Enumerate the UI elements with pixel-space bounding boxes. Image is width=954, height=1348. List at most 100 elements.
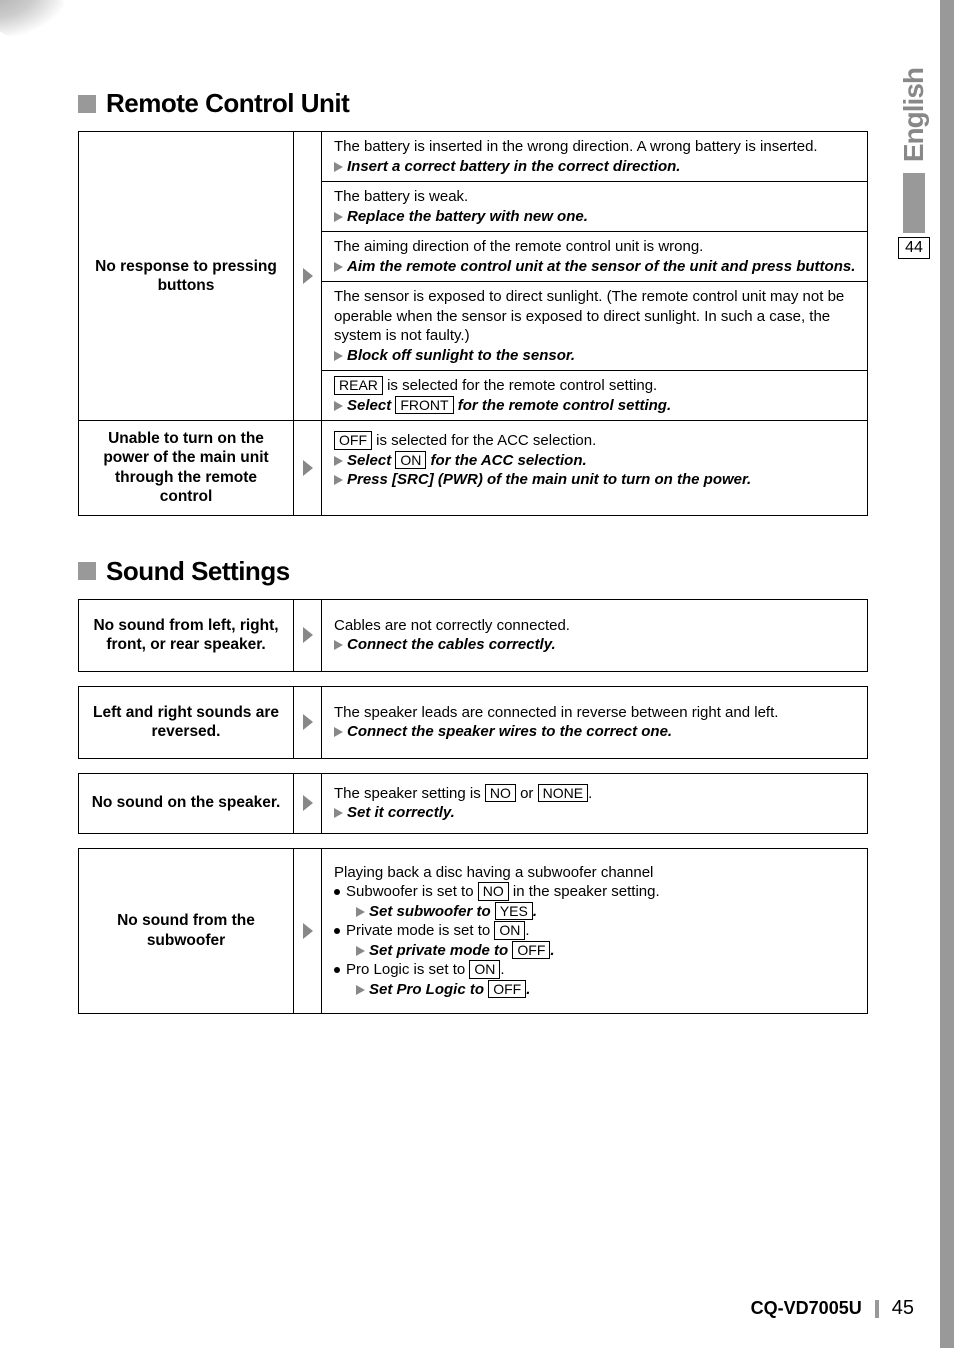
problem-cell: Left and right sounds are reversed. <box>79 687 294 758</box>
fix-text: Connect the speaker wires to the correct… <box>334 722 855 742</box>
table-row: No sound on the speaker. The speaker set… <box>78 773 868 834</box>
fix-text: Select ON for the ACC selection. <box>334 451 855 471</box>
arrow-right-icon <box>334 212 343 222</box>
cause-prefix: Pro Logic is set to <box>346 961 469 978</box>
table-row: Left and right sounds are reversed. The … <box>78 686 868 759</box>
fix-label: Press [SRC] (PWR) of the main unit to tu… <box>347 471 751 488</box>
problem-cell: No sound from left, right, front, or rea… <box>79 600 294 671</box>
table-row: No response to pressing buttons The batt… <box>78 131 868 421</box>
cause-mid: or <box>516 785 538 802</box>
boxed-value: NO <box>485 784 516 803</box>
solutions-cell: Cables are not correctly connected. Conn… <box>322 600 867 671</box>
arrow-right-icon <box>334 351 343 361</box>
problem-cell: Unable to turn on the power of the main … <box>79 421 294 515</box>
solutions-cell: The battery is inserted in the wrong dir… <box>322 132 867 420</box>
fix-text: Set Pro Logic to OFF. <box>334 980 855 1000</box>
fix-label: Insert a correct battery in the correct … <box>347 158 680 175</box>
arrow-right-icon <box>334 640 343 650</box>
bullet-line: Subwoofer is set to NO in the speaker se… <box>334 882 855 902</box>
cause-prefix: Private mode is set to <box>346 922 494 939</box>
fix-text: Replace the battery with new one. <box>334 207 857 227</box>
section-title-sound: Sound Settings <box>78 556 868 587</box>
square-bullet-icon <box>78 562 96 580</box>
side-tab: English 44 <box>874 0 954 259</box>
solution-item: The battery is inserted in the wrong dir… <box>322 132 867 182</box>
table-row: No sound from left, right, front, or rea… <box>78 599 868 672</box>
arrow-cell <box>294 849 322 1014</box>
arrow-right-icon <box>334 262 343 272</box>
section-heading: Sound Settings <box>106 556 290 587</box>
fix-suffix: . <box>550 942 554 959</box>
cause-text: Cables are not correctly connected. <box>334 616 855 636</box>
solutions-cell: OFF is selected for the ACC selection. S… <box>322 421 867 515</box>
fix-prefix: Set subwoofer to <box>369 903 495 920</box>
arrow-right-icon <box>356 907 365 917</box>
chevron-right-icon <box>301 793 315 813</box>
fix-suffix: . <box>526 981 530 998</box>
cause-text: The speaker leads are connected in rever… <box>334 703 855 723</box>
arrow-right-icon <box>334 727 343 737</box>
boxed-value: OFF <box>512 941 550 960</box>
boxed-value: OFF <box>488 980 526 999</box>
chevron-right-icon <box>301 921 315 941</box>
page-ref: 44 <box>898 237 930 259</box>
bullet-line: Private mode is set to ON. <box>334 921 855 941</box>
chevron-right-icon <box>301 625 315 645</box>
bullet-line: Pro Logic is set to ON. <box>334 960 855 980</box>
model-number: CQ-VD7005U <box>751 1298 862 1318</box>
table-row: Unable to turn on the power of the main … <box>78 420 868 516</box>
main-content: Remote Control Unit No response to press… <box>78 88 868 1028</box>
fix-prefix: Select <box>347 397 395 414</box>
cause-text: The battery is inserted in the wrong dir… <box>334 137 857 157</box>
boxed-value: OFF <box>334 431 372 450</box>
fix-suffix: for the remote control setting. <box>458 397 671 414</box>
arrow-right-icon <box>334 456 343 466</box>
table-row: No sound from the subwoofer Playing back… <box>78 848 868 1015</box>
page-number: 45 <box>892 1297 914 1319</box>
footer: CQ-VD7005U 45 <box>751 1297 914 1320</box>
fix-prefix: Set private mode to <box>369 942 512 959</box>
solution-item: The speaker leads are connected in rever… <box>322 687 867 758</box>
cause-text: The sensor is exposed to direct sunlight… <box>334 287 857 346</box>
solution-item: OFF is selected for the ACC selection. S… <box>322 421 867 500</box>
arrow-cell <box>294 421 322 515</box>
solution-item: REAR is selected for the remote control … <box>322 371 867 420</box>
bullet-icon <box>334 967 340 973</box>
solutions-cell: Playing back a disc having a subwoofer c… <box>322 849 867 1014</box>
fix-label: Block off sunlight to the sensor. <box>347 347 575 364</box>
fix-text: Select FRONT for the remote control sett… <box>334 396 857 416</box>
cause-text: Playing back a disc having a subwoofer c… <box>334 863 855 883</box>
fix-label: Connect the speaker wires to the correct… <box>347 723 672 740</box>
cause-text: OFF is selected for the ACC selection. <box>334 431 855 451</box>
solution-item: The battery is weak. Replace the battery… <box>322 182 867 232</box>
fix-text: Connect the cables correctly. <box>334 635 855 655</box>
fix-label: Replace the battery with new one. <box>347 208 588 225</box>
fix-label: Connect the cables correctly. <box>347 636 556 653</box>
solutions-cell: The speaker leads are connected in rever… <box>322 687 867 758</box>
solution-item: Playing back a disc having a subwoofer c… <box>322 849 867 1014</box>
boxed-value: REAR <box>334 376 383 395</box>
bullet-icon <box>334 889 340 895</box>
cause-text: The speaker setting is NO or NONE. <box>334 784 855 804</box>
arrow-right-icon <box>334 401 343 411</box>
arrow-right-icon <box>334 162 343 172</box>
arrow-right-icon <box>334 475 343 485</box>
cause-text: The battery is weak. <box>334 187 857 207</box>
arrow-cell <box>294 132 322 420</box>
cause-text: REAR is selected for the remote control … <box>334 376 857 396</box>
fix-text: Set subwoofer to YES. <box>334 902 855 922</box>
cause-suffix: . <box>500 961 504 978</box>
divider-icon <box>875 1300 879 1318</box>
cause-text: The aiming direction of the remote contr… <box>334 237 857 257</box>
boxed-value: NONE <box>538 784 588 803</box>
chevron-right-icon <box>301 266 315 286</box>
fix-text: Insert a correct battery in the correct … <box>334 157 857 177</box>
cause-suffix: is selected for the remote control setti… <box>383 377 657 394</box>
fix-text: Set private mode to OFF. <box>334 941 855 961</box>
boxed-value: ON <box>395 451 426 470</box>
boxed-value: NO <box>478 882 509 901</box>
chevron-right-icon <box>301 712 315 732</box>
decorative-corner <box>0 0 70 40</box>
section-title-remote: Remote Control Unit <box>78 88 868 119</box>
solution-item: The aiming direction of the remote contr… <box>322 232 867 282</box>
